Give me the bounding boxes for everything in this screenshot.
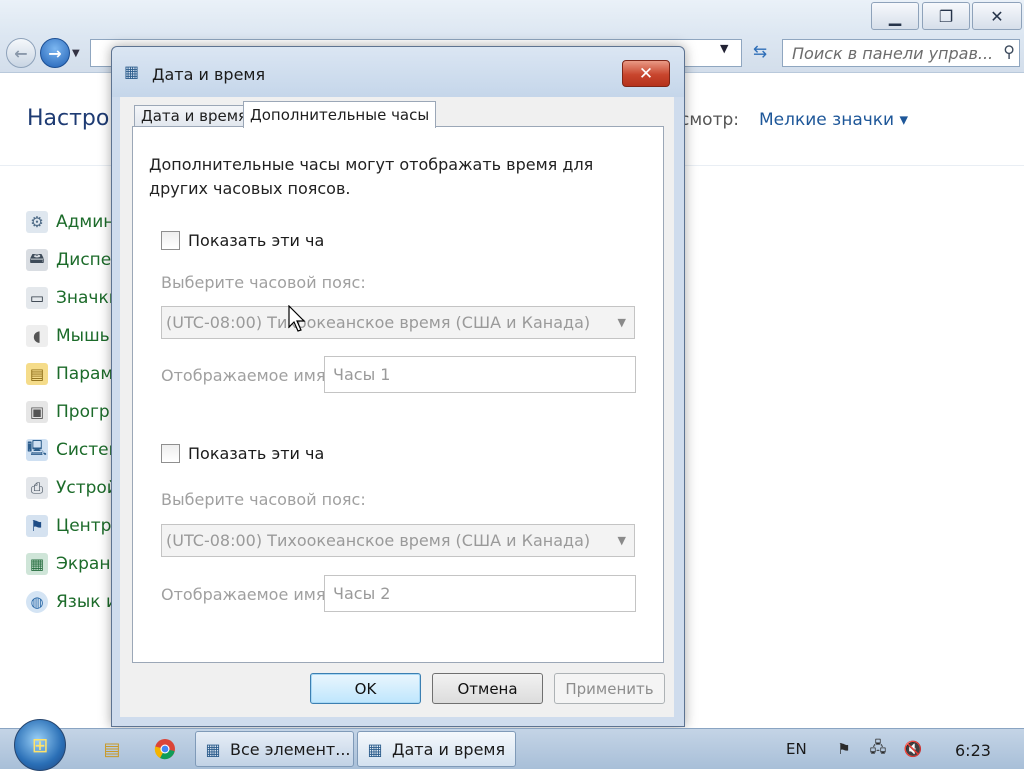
cancel-button[interactable]: Отмена bbox=[432, 673, 543, 704]
network-flag-icon[interactable]: ⚑ bbox=[833, 739, 855, 759]
cp-item-device-manager[interactable]: 🖴 Диспет bbox=[26, 247, 121, 273]
refresh-button[interactable]: ⇆ bbox=[746, 39, 774, 65]
devices-icon: ⎙ bbox=[26, 477, 48, 499]
clock1-timezone-value: (UTC-08:00) Тихоокеанское время (США и К… bbox=[166, 313, 591, 332]
start-button[interactable]: ⊞ bbox=[14, 719, 66, 771]
page-title: Настрой bbox=[27, 106, 124, 131]
cp-item-admin[interactable]: ⚙ Админ bbox=[26, 209, 114, 235]
cp-item-label: Парам bbox=[56, 364, 114, 384]
cp-item-label: Язык и bbox=[56, 592, 117, 612]
taskbar: ⊞ ▤ ▦ Все элемент... ▦ Дата и время EN ⚑… bbox=[0, 719, 1024, 771]
view-by-dropdown[interactable]: Мелкие значки ▾ bbox=[759, 110, 908, 130]
cp-item-taskbar-icons[interactable]: ▭ Значки bbox=[26, 285, 120, 311]
control-panel-icon: ▦ bbox=[205, 739, 221, 759]
task-label: Все элемент... bbox=[230, 739, 351, 759]
search-input[interactable]: Поиск в панели управ... ⚲ bbox=[782, 39, 1020, 67]
back-button[interactable]: ← bbox=[6, 38, 36, 68]
taskbar-clock[interactable]: 6:23 bbox=[955, 741, 991, 760]
clock1-name-label: Отображаемое имя bbox=[161, 366, 326, 385]
clock1-timezone-select[interactable]: (UTC-08:00) Тихоокеанское время (США и К… bbox=[161, 306, 635, 339]
close-icon: ✕ bbox=[638, 63, 654, 84]
clock2-name-label: Отображаемое имя bbox=[161, 585, 326, 604]
action-center-icon: ⚑ bbox=[26, 515, 48, 537]
ok-button[interactable]: OK bbox=[310, 673, 421, 704]
task-label: Дата и время bbox=[392, 739, 506, 759]
taskbar-task-control-panel[interactable]: ▦ Все элемент... bbox=[195, 731, 354, 767]
cp-item-label: Экран bbox=[56, 554, 111, 574]
device-manager-icon: 🖴 bbox=[26, 249, 48, 271]
clock1-name-value: Часы 1 bbox=[333, 365, 391, 384]
language-indicator[interactable]: EN bbox=[786, 740, 807, 758]
tab-date-time[interactable]: Дата и время bbox=[134, 105, 255, 126]
apply-button[interactable]: Применить bbox=[554, 673, 665, 704]
dialog-titlebar[interactable]: ▦ Дата и время ✕ bbox=[112, 47, 684, 97]
taskbar-icons-icon: ▭ bbox=[26, 287, 48, 309]
clock1-show-checkbox[interactable] bbox=[161, 231, 180, 250]
mouse-icon: ◖ bbox=[26, 325, 48, 347]
admin-tools-icon: ⚙ bbox=[26, 211, 48, 233]
clock2-show-checkbox[interactable] bbox=[161, 444, 180, 463]
dialog-body: Дата и время Дополнительные часы Дополни… bbox=[120, 97, 674, 717]
cp-item-mouse[interactable]: ◖ Мышь bbox=[26, 323, 110, 349]
address-dropdown-icon[interactable]: ▼ bbox=[720, 42, 728, 55]
clock1-show-row[interactable]: Показать эти ча bbox=[161, 231, 324, 250]
clock2-timezone-value: (UTC-08:00) Тихоокеанское время (США и К… bbox=[166, 531, 591, 550]
search-icon[interactable]: ⚲ bbox=[1003, 42, 1015, 61]
cp-item-region-language[interactable]: ◍ Язык и bbox=[26, 589, 117, 615]
cp-item-programs[interactable]: ▣ Прогр bbox=[26, 399, 110, 425]
clock2-name-value: Часы 2 bbox=[333, 584, 391, 603]
date-time-icon: ▦ bbox=[367, 739, 383, 759]
history-dropdown-icon[interactable]: ▼ bbox=[72, 48, 80, 59]
cp-item-label: Прогр bbox=[56, 402, 110, 422]
cp-item-system[interactable]: 🖳 Систем bbox=[26, 437, 121, 463]
cp-item-devices[interactable]: ⎙ Устрой bbox=[26, 475, 118, 501]
cp-item-action-center[interactable]: ⚑ Центр bbox=[26, 513, 111, 539]
cp-item-label: Мышь bbox=[56, 326, 110, 346]
clock2-timezone-label: Выберите часовой пояс: bbox=[161, 490, 366, 509]
folder-options-icon: ▤ bbox=[26, 363, 48, 385]
search-placeholder: Поиск в панели управ... bbox=[792, 43, 992, 63]
display-icon: ▦ bbox=[26, 553, 48, 575]
explorer-pin-icon[interactable]: ▤ bbox=[99, 737, 125, 761]
chrome-pin-icon[interactable] bbox=[152, 737, 178, 761]
mouse-cursor-icon bbox=[288, 305, 306, 332]
window-titlebar: ▁ ❐ ✕ bbox=[0, 0, 1024, 34]
cp-item-display[interactable]: ▦ Экран bbox=[26, 551, 110, 577]
chrome-icon bbox=[154, 739, 175, 760]
description-text: Дополнительные часы могут отображать вре… bbox=[149, 155, 594, 198]
dialog-title: Дата и время bbox=[152, 65, 266, 84]
clock1-show-label: Показать эти ча bbox=[188, 231, 325, 250]
close-button[interactable]: ✕ bbox=[972, 2, 1022, 30]
windows-logo-icon: ⊞ bbox=[31, 733, 49, 757]
tab-additional-clocks[interactable]: Дополнительные часы bbox=[243, 101, 437, 128]
cp-item-label: Центр bbox=[56, 516, 112, 536]
clock1-name-input[interactable]: Часы 1 bbox=[324, 356, 636, 393]
chevron-down-icon: ▼ bbox=[617, 534, 626, 547]
date-time-dialog: ▦ Дата и время ✕ Дата и время Дополнител… bbox=[111, 46, 685, 727]
taskbar-task-date-time[interactable]: ▦ Дата и время bbox=[357, 731, 516, 767]
programs-icon: ▣ bbox=[26, 401, 48, 423]
additional-clocks-panel: Дополнительные часы могут отображать вре… bbox=[132, 126, 664, 663]
clock1-timezone-label: Выберите часовой пояс: bbox=[161, 273, 366, 292]
volume-muted-icon[interactable]: 🔇 bbox=[902, 739, 924, 759]
chevron-down-icon: ▼ bbox=[617, 316, 626, 329]
cp-item-label: Устрой bbox=[56, 478, 118, 498]
region-language-icon: ◍ bbox=[26, 591, 48, 613]
clock2-name-input[interactable]: Часы 2 bbox=[324, 575, 636, 612]
network-icon[interactable]: 🖧 bbox=[867, 738, 889, 759]
system-icon: 🖳 bbox=[26, 439, 48, 461]
view-by-label: смотр: bbox=[680, 110, 739, 130]
dialog-close-button[interactable]: ✕ bbox=[622, 60, 670, 87]
forward-button[interactable]: → bbox=[40, 38, 70, 68]
minimize-button[interactable]: ▁ bbox=[871, 2, 919, 30]
clock2-timezone-select[interactable]: (UTC-08:00) Тихоокеанское время (США и К… bbox=[161, 524, 635, 557]
maximize-button[interactable]: ❐ bbox=[922, 2, 970, 30]
clock2-show-row[interactable]: Показать эти ча bbox=[161, 444, 324, 463]
cp-item-folder-options[interactable]: ▤ Парам bbox=[26, 361, 113, 387]
date-time-icon: ▦ bbox=[124, 62, 140, 81]
cp-item-label: Админ bbox=[56, 212, 115, 232]
clock2-show-label: Показать эти ча bbox=[188, 444, 325, 463]
